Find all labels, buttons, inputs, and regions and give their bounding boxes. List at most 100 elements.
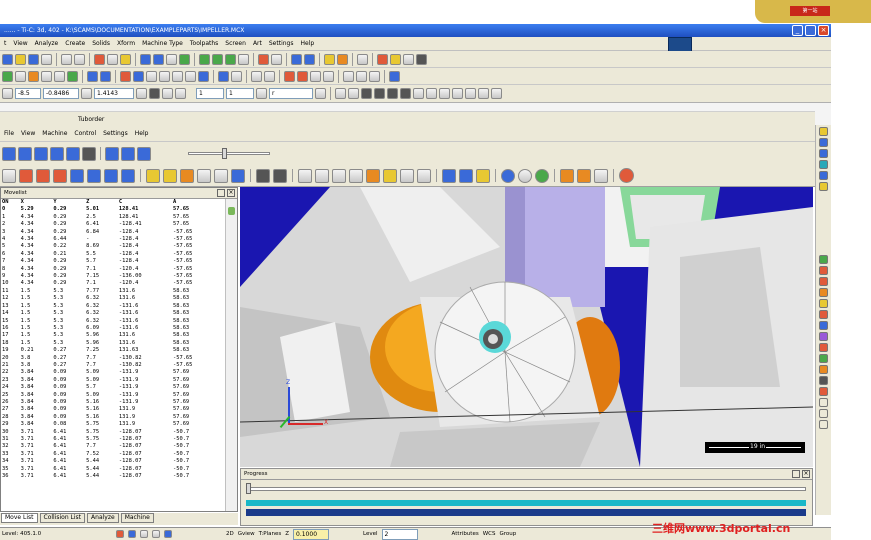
spline-icon[interactable] — [67, 70, 78, 82]
cube-red-icon[interactable] — [19, 168, 33, 183]
surface-icon[interactable] — [251, 70, 262, 82]
stock-icon[interactable] — [197, 168, 211, 183]
table-row[interactable]: 1 4.34 0.29 2.5 128.41 57.65 — [1, 214, 219, 221]
table-row[interactable]: 16 1.5 5.3 6.09 -131.6 58.63 — [1, 325, 219, 332]
curve3-icon[interactable] — [439, 88, 450, 99]
path3-icon[interactable] — [332, 168, 346, 183]
step-back-icon[interactable] — [18, 146, 32, 161]
right-tool-1-icon[interactable] — [819, 127, 828, 136]
path7-icon[interactable] — [417, 168, 431, 183]
snap-icon[interactable] — [136, 88, 147, 99]
toolpath-icon[interactable] — [377, 53, 388, 65]
stop-sim-icon[interactable] — [619, 168, 634, 183]
status-icon-5[interactable] — [164, 530, 172, 538]
speed-slider[interactable] — [188, 152, 270, 155]
tab-collision-list[interactable]: Collision List — [39, 513, 86, 523]
magic-icon[interactable] — [476, 168, 490, 183]
table-row[interactable]: 32 3.71 6.41 7.7 -128.07 -50.7 — [1, 443, 219, 450]
fixture-icon[interactable] — [214, 168, 228, 183]
tool-show-icon[interactable] — [180, 168, 194, 183]
status-planes[interactable]: T:Planes — [259, 531, 282, 537]
table-row[interactable]: 8 4.34 0.29 7.1 -120.4 -57.65 — [1, 266, 219, 273]
speed-slider-thumb[interactable] — [222, 148, 227, 159]
sim-menu-item[interactable]: Help — [135, 130, 149, 137]
trim-icon[interactable] — [87, 70, 98, 82]
circle3-icon[interactable] — [478, 88, 489, 99]
hex3-icon[interactable] — [387, 88, 398, 99]
right-tool-18-icon[interactable] — [819, 376, 828, 385]
loop-icon[interactable] — [121, 146, 135, 161]
table-row[interactable]: 22 3.84 0.09 5.09 -131.9 57.69 — [1, 369, 219, 376]
iso-view-icon[interactable] — [238, 53, 249, 65]
globe-view3-icon[interactable] — [535, 168, 549, 183]
zoom-in-icon[interactable] — [140, 53, 151, 65]
status-wcs[interactable]: WCS — [483, 531, 496, 537]
menu-item[interactable]: Toolpaths — [190, 40, 218, 47]
rewind-start-icon[interactable] — [2, 146, 16, 161]
menu-item[interactable]: View — [13, 40, 27, 47]
menu-item[interactable]: Solids — [92, 40, 110, 47]
table-row[interactable]: 2 4.34 0.29 6.41 -128.41 57.65 — [1, 221, 219, 228]
panel-close-icon[interactable]: × — [227, 189, 235, 197]
note-icon[interactable] — [297, 70, 308, 82]
point-icon[interactable] — [15, 70, 26, 82]
sim-menu-item[interactable]: Control — [74, 130, 96, 137]
menu-item[interactable]: Screen — [225, 40, 246, 47]
tab-analyze[interactable]: Analyze — [87, 513, 119, 523]
fit-icon[interactable] — [166, 53, 177, 65]
status-level[interactable]: Level — [363, 531, 378, 537]
shade-mode2-icon[interactable] — [273, 168, 287, 183]
globe-icon[interactable] — [291, 53, 302, 65]
cube-blue-icon[interactable] — [70, 168, 84, 183]
globe-view-icon[interactable] — [501, 168, 515, 183]
menu-item[interactable]: Settings — [269, 40, 294, 47]
minimize-button[interactable]: _ — [792, 25, 803, 36]
column-header[interactable]: X — [20, 199, 53, 206]
close-button[interactable]: × — [818, 25, 829, 36]
mill-icon[interactable] — [356, 70, 367, 82]
verify-icon[interactable] — [389, 70, 400, 82]
redo-icon[interactable] — [74, 53, 85, 65]
table-row[interactable]: 33 3.71 6.41 7.52 -128.07 -50.7 — [1, 451, 219, 458]
table-row[interactable]: 14 1.5 5.3 6.32 -131.6 58.63 — [1, 310, 219, 317]
chamfer-icon[interactable] — [54, 70, 65, 82]
table-row[interactable]: 15 1.5 5.3 6.32 -131.6 58.63 — [1, 318, 219, 325]
lathe-icon[interactable] — [369, 70, 380, 82]
right-tool-9-icon[interactable] — [819, 277, 828, 286]
rotate-icon[interactable] — [146, 70, 157, 82]
table-row[interactable]: 12 1.5 5.3 6.32 131.6 58.63 — [1, 295, 219, 302]
new-file-icon[interactable] — [2, 53, 13, 65]
column-header[interactable]: C — [118, 199, 172, 206]
table-row[interactable]: 34 3.71 6.41 5.44 -128.07 -50.7 — [1, 458, 219, 465]
column-header[interactable]: Z — [85, 199, 118, 206]
front-view-icon[interactable] — [212, 53, 223, 65]
stop-icon[interactable] — [82, 146, 96, 161]
right-tool-13-icon[interactable] — [819, 321, 828, 330]
wire-icon[interactable] — [271, 53, 282, 65]
path4-icon[interactable] — [349, 168, 363, 183]
sim-menu-item[interactable]: File — [4, 130, 14, 137]
arc-icon[interactable] — [28, 70, 39, 82]
table-row[interactable]: 5 4.34 0.22 8.69 -128.4 -57.65 — [1, 243, 219, 250]
table-row[interactable]: 24 3.84 0.09 5.7 -131.9 57.69 — [1, 384, 219, 391]
right-tool-12-icon[interactable] — [819, 310, 828, 319]
autocursor-icon[interactable] — [2, 88, 13, 99]
path5-icon[interactable] — [383, 168, 397, 183]
right-tool-5-icon[interactable] — [819, 171, 828, 180]
paste-icon[interactable] — [120, 53, 131, 65]
sphere-icon[interactable] — [304, 53, 315, 65]
mirror-icon[interactable] — [159, 70, 170, 82]
option-icon[interactable] — [256, 88, 267, 99]
cube-blue2-icon[interactable] — [87, 168, 101, 183]
panel-pin-icon[interactable] — [217, 189, 225, 197]
sim-menu-item[interactable]: Settings — [103, 130, 128, 137]
side-view-icon[interactable] — [225, 53, 236, 65]
menu-item[interactable]: Art — [253, 40, 262, 47]
undo-icon[interactable] — [61, 53, 72, 65]
cube-iso-icon[interactable] — [121, 168, 135, 183]
status-icon-4[interactable] — [152, 530, 160, 538]
scale-icon[interactable] — [172, 70, 183, 82]
curve-icon[interactable] — [413, 88, 424, 99]
status-group[interactable]: Group — [499, 531, 516, 537]
status-z-value[interactable]: 0.1000 — [293, 528, 330, 540]
